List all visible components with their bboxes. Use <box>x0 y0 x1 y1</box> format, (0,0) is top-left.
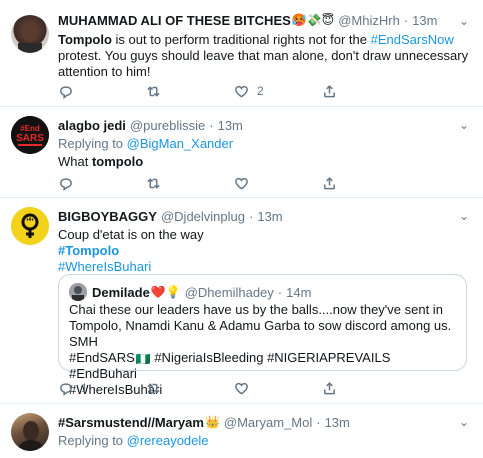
quoted-avatar <box>69 283 87 301</box>
tweet-text: Coup d'etat is on the way #Tompolo #Wher… <box>58 227 469 275</box>
user-name[interactable]: alagbo jedi <box>58 118 126 133</box>
quoted-tweet[interactable]: Demilade ❤️💡 @Dhemilhadey · 14m Chai the… <box>58 274 467 397</box>
retweet-button[interactable] <box>146 381 234 396</box>
replying-handle-link[interactable]: @BigMan_Xander <box>127 136 233 151</box>
retweet-button[interactable] <box>146 176 234 191</box>
share-button[interactable] <box>322 176 410 191</box>
separator-dot: · <box>249 209 254 224</box>
user-name[interactable]: BIGBOYBAGGY <box>58 209 157 224</box>
separator-dot: · <box>209 118 214 133</box>
user-handle[interactable]: @MhizHrh <box>338 13 400 28</box>
user-name[interactable]: #Sarsmustend//Maryam <box>58 415 204 430</box>
retweet-icon <box>147 177 160 189</box>
tweet[interactable]: MUHAMMAD ALI OF THESE BITCHES 🥵💸😇 @MhizH… <box>0 0 483 107</box>
name-emojis: 👑 <box>204 415 220 429</box>
reply-icon <box>60 177 72 191</box>
tweet[interactable]: #Sarsmustend//Maryam 👑 @Maryam_Mol · 13m… <box>0 404 483 458</box>
quoted-timestamp: 14m <box>286 284 312 300</box>
replying-handle-link[interactable]: @rereayodele <box>127 433 209 448</box>
chevron-down-icon[interactable]: ⌄ <box>459 118 469 132</box>
chevron-down-icon[interactable]: ⌄ <box>459 415 469 429</box>
quoted-user-handle: @Dhemilhadey <box>184 284 274 300</box>
tweet[interactable]: BIGBOYBAGGY @Djdelvinplug · 13m Coup d'e… <box>0 198 483 404</box>
chevron-down-icon[interactable]: ⌄ <box>459 209 469 223</box>
avatar[interactable] <box>11 413 49 451</box>
hashtag-link[interactable]: #WhereIsBuhari <box>58 259 469 275</box>
user-name[interactable]: MUHAMMAD ALI OF THESE BITCHES <box>58 13 291 28</box>
like-icon <box>235 85 248 98</box>
retweet-icon <box>147 382 160 394</box>
chevron-down-icon[interactable]: ⌄ <box>459 14 469 28</box>
separator-dot: · <box>403 13 409 28</box>
like-button[interactable] <box>234 381 322 396</box>
tweet-actions <box>58 175 418 191</box>
avatar[interactable] <box>11 15 49 53</box>
like-count: 2 <box>257 84 264 98</box>
share-icon <box>324 84 335 97</box>
reply-icon <box>60 382 72 396</box>
like-icon <box>235 382 248 395</box>
separator-dot: · <box>316 415 321 430</box>
share-icon <box>324 381 335 394</box>
reply-button[interactable] <box>58 84 146 99</box>
like-button[interactable] <box>234 176 322 191</box>
tweet-timestamp[interactable]: 13m <box>218 118 243 133</box>
tweet-timestamp[interactable]: 13m <box>412 13 437 28</box>
share-button[interactable] <box>322 84 410 99</box>
user-handle[interactable]: @pureblissie <box>130 118 205 133</box>
hashtag-link[interactable]: #EndSarsNow <box>371 32 454 47</box>
tweet-text: Tompolo is out to perform traditional ri… <box>58 32 469 79</box>
user-handle[interactable]: @Maryam_Mol <box>224 415 312 430</box>
avatar-text-main: SARS <box>16 133 44 144</box>
share-button[interactable] <box>322 381 410 396</box>
user-handle[interactable]: @Djdelvinplug <box>161 209 245 224</box>
tweet[interactable]: #End SARS alagbo jedi @pureblissie · 13m… <box>0 107 483 198</box>
tweet-actions: 2 <box>58 83 418 99</box>
retweet-button[interactable] <box>146 84 234 99</box>
separator-dot: · <box>277 284 283 300</box>
retweet-icon <box>147 85 160 97</box>
replying-to: Replying to @rereayodele <box>58 433 209 448</box>
replying-to: Replying to @BigMan_Xander <box>58 136 234 151</box>
like-icon <box>235 177 248 190</box>
tweet-actions: 1 <box>58 380 418 396</box>
quoted-user-name: Demilade <box>92 284 150 300</box>
hashtag-link[interactable]: #Tompolo <box>58 243 469 259</box>
reply-button[interactable]: 1 <box>58 381 146 396</box>
avatar-text-top: #End <box>20 124 40 133</box>
tweet-timestamp[interactable]: 13m <box>257 209 282 224</box>
reply-button[interactable] <box>58 176 146 191</box>
reply-count: 1 <box>81 381 88 395</box>
like-button[interactable]: 2 <box>234 84 322 99</box>
quoted-name-emojis: ❤️💡 <box>150 284 181 299</box>
share-icon <box>324 176 335 189</box>
tweet-timestamp[interactable]: 13m <box>325 415 350 430</box>
reply-icon <box>60 85 72 99</box>
avatar[interactable]: #End SARS <box>11 116 49 154</box>
name-emojis: 🥵💸😇 <box>291 13 335 27</box>
tweet-text: What tompolo <box>58 154 144 169</box>
avatar[interactable] <box>11 207 49 245</box>
